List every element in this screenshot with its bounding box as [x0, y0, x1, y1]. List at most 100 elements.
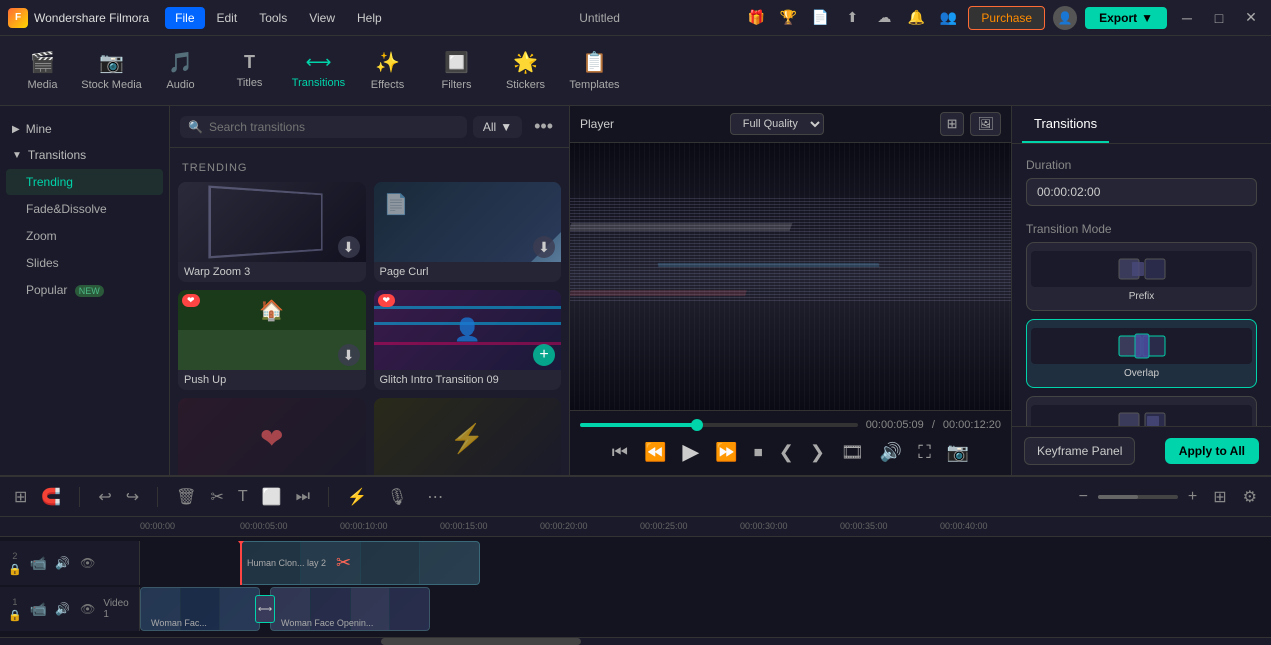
- crop-button[interactable]: ⬜: [256, 483, 288, 511]
- menu-file[interactable]: File: [165, 7, 204, 29]
- filter-button[interactable]: All ▼: [473, 116, 522, 138]
- zoom-out-button[interactable]: −: [1073, 484, 1094, 510]
- duration-value[interactable]: 00:00:02:00: [1026, 178, 1257, 206]
- timeline-magnet-btn[interactable]: 🧲: [35, 483, 67, 511]
- settings-button[interactable]: ⚙: [1237, 483, 1263, 511]
- sidebar-group-mine[interactable]: ▶ Mine: [0, 116, 169, 142]
- trophy-icon[interactable]: 🏆: [776, 6, 800, 30]
- track-2-icon[interactable]: 📹: [30, 555, 47, 572]
- zoom-slider[interactable]: [1098, 495, 1178, 499]
- menu-edit[interactable]: Edit: [207, 7, 248, 29]
- sidebar-item-popular[interactable]: Popular NEW: [6, 277, 163, 303]
- mode-postfix[interactable]: Postfix: [1026, 396, 1257, 426]
- quality-select[interactable]: Full Quality: [730, 113, 824, 135]
- clip-woman-face-opening[interactable]: Woman Face Openin...: [270, 587, 430, 631]
- tool-transitions[interactable]: ⟷ Transitions: [286, 41, 351, 101]
- redo-button[interactable]: ↪: [120, 483, 145, 511]
- keyframe-panel-button[interactable]: Keyframe Panel: [1024, 437, 1135, 465]
- speed-button[interactable]: ⏭: [290, 484, 316, 510]
- more-options-button[interactable]: •••: [528, 114, 559, 139]
- track-2-eye-button[interactable]: 👁: [78, 554, 97, 572]
- track-1-lock-button[interactable]: 🔒: [8, 609, 22, 622]
- track-1-audio-button[interactable]: 🔊: [53, 600, 72, 618]
- ai-tools-button[interactable]: ⚡: [341, 483, 373, 511]
- mode-prefix[interactable]: Prefix: [1026, 242, 1257, 311]
- document-icon[interactable]: 📄: [808, 6, 832, 30]
- camera-button[interactable]: 📷: [945, 440, 971, 465]
- stop-button[interactable]: ⏹: [752, 440, 765, 465]
- track-2-lock-button[interactable]: 🔒: [8, 563, 22, 576]
- tool-templates[interactable]: 📋 Templates: [562, 41, 627, 101]
- zoom-in-button[interactable]: +: [1182, 484, 1203, 510]
- tool-audio[interactable]: 🎵 Audio: [148, 41, 213, 101]
- push-up-download-button[interactable]: ⬇: [338, 344, 360, 366]
- mode-overlap[interactable]: Overlap: [1026, 319, 1257, 388]
- warp-zoom-download-button[interactable]: ⬇: [338, 236, 360, 258]
- transition-card-extra1[interactable]: ❤ Transition: [178, 398, 366, 475]
- frame-forward-button[interactable]: ⏩: [713, 440, 739, 465]
- progress-thumb[interactable]: [691, 419, 703, 431]
- track-1-icon[interactable]: 📹: [30, 601, 47, 618]
- clip-human-clone[interactable]: Human Clon... lay 2 ✂: [240, 541, 480, 585]
- tool-stickers[interactable]: 🌟 Stickers: [493, 41, 558, 101]
- transition-marker[interactable]: ⟷: [255, 595, 275, 623]
- clip-woman-face-1[interactable]: Woman Fac...: [140, 587, 260, 631]
- track-2-audio-button[interactable]: 🔊: [53, 554, 72, 572]
- tab-transitions[interactable]: Transitions: [1022, 106, 1109, 143]
- transition-card-warp-zoom[interactable]: ⬇ Warp Zoom 3: [178, 182, 366, 282]
- fullscreen-button[interactable]: ⛶: [916, 440, 933, 465]
- tool-filters[interactable]: 🔲 Filters: [424, 41, 489, 101]
- export-button[interactable]: Export ▼: [1085, 7, 1167, 29]
- minimize-button[interactable]: ─: [1175, 6, 1199, 30]
- tool-stock-media[interactable]: 📷 Stock Media: [79, 41, 144, 101]
- menu-tools[interactable]: Tools: [249, 7, 297, 29]
- track-1-eye-button[interactable]: 👁: [78, 600, 97, 618]
- grid-toggle-button[interactable]: ⊞: [1207, 483, 1232, 511]
- hscroll-thumb[interactable]: [381, 638, 581, 645]
- glitch-add-button[interactable]: +: [533, 344, 555, 366]
- user-avatar[interactable]: 👤: [1053, 6, 1077, 30]
- more-tools-button[interactable]: ⋯: [421, 483, 449, 511]
- clip-button[interactable]: 🎞: [839, 440, 866, 465]
- transition-card-extra2[interactable]: ⚡ Transition: [374, 398, 562, 475]
- play-button[interactable]: ▶: [680, 437, 701, 467]
- sidebar-item-zoom[interactable]: Zoom: [6, 223, 163, 249]
- download-icon[interactable]: ☁: [872, 6, 896, 30]
- maximize-button[interactable]: □: [1207, 6, 1231, 30]
- people-icon[interactable]: 👥: [936, 6, 960, 30]
- apply-all-button[interactable]: Apply to All: [1165, 438, 1259, 464]
- timeline-hscroll[interactable]: [0, 637, 1271, 645]
- transition-card-page-curl[interactable]: 📄 ⬇ Page Curl: [374, 182, 562, 282]
- timeline-scene-btn[interactable]: ⊞: [8, 483, 33, 511]
- delete-button[interactable]: 🗑: [170, 483, 202, 511]
- progress-track[interactable]: [580, 423, 858, 427]
- page-curl-download-button[interactable]: ⬇: [533, 236, 555, 258]
- transition-card-glitch-intro[interactable]: 👤 ❤ + Glitch Intro Transition 09: [374, 290, 562, 390]
- tool-effects[interactable]: ✨ Effects: [355, 41, 420, 101]
- purchase-button[interactable]: Purchase: [968, 6, 1045, 30]
- gift-icon[interactable]: 🎁: [744, 6, 768, 30]
- frame-back-button[interactable]: ⏪: [642, 440, 668, 465]
- tool-titles[interactable]: T Titles: [217, 41, 282, 101]
- transition-card-push-up[interactable]: 🏠 ❤ ⬇ Push Up: [178, 290, 366, 390]
- mark-out-button[interactable]: ❯: [808, 440, 827, 465]
- search-input[interactable]: [209, 120, 459, 134]
- playhead[interactable]: [240, 541, 242, 585]
- voice-button[interactable]: 🎙: [381, 483, 413, 511]
- close-button[interactable]: ✕: [1239, 6, 1263, 30]
- grid-view-button[interactable]: ⊞: [940, 112, 965, 136]
- text-button[interactable]: T: [232, 484, 254, 510]
- undo-button[interactable]: ↩: [92, 483, 117, 511]
- menu-help[interactable]: Help: [347, 7, 392, 29]
- photo-view-button[interactable]: 🖼: [970, 112, 1001, 136]
- cut-button[interactable]: ✂: [204, 483, 229, 511]
- mark-in-button[interactable]: ❮: [777, 440, 796, 465]
- share-icon[interactable]: ⬆: [840, 6, 864, 30]
- tool-media[interactable]: 🎬 Media: [10, 41, 75, 101]
- sidebar-item-slides[interactable]: Slides: [6, 250, 163, 276]
- bell-icon[interactable]: 🔔: [904, 6, 928, 30]
- sidebar-group-transitions[interactable]: ▼ Transitions: [0, 142, 169, 168]
- sidebar-item-fade-dissolve[interactable]: Fade&Dissolve: [6, 196, 163, 222]
- menu-view[interactable]: View: [299, 7, 345, 29]
- skip-start-button[interactable]: ⏮: [610, 440, 630, 465]
